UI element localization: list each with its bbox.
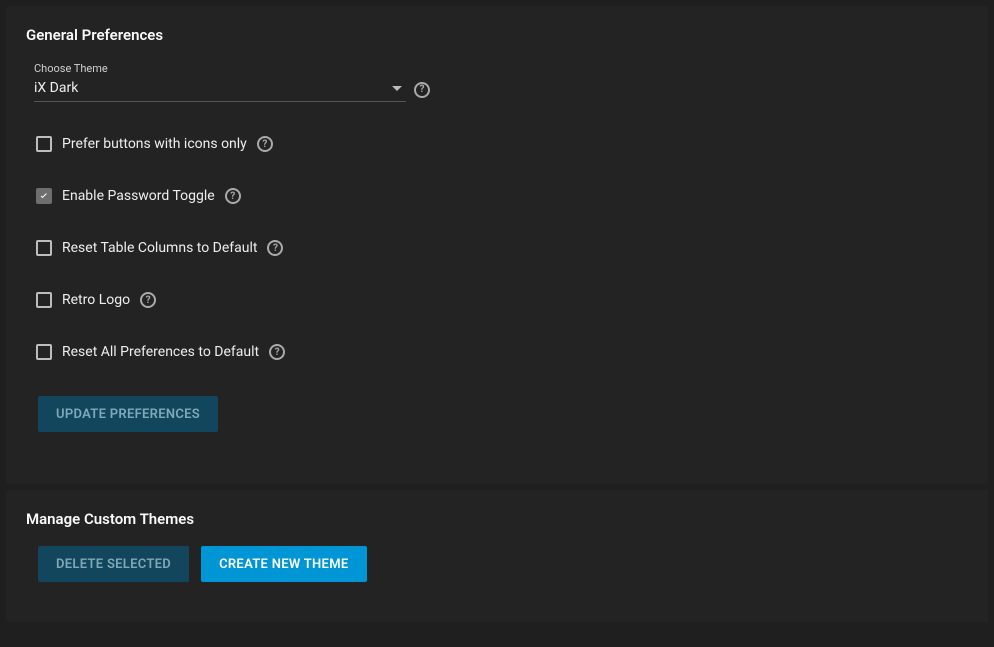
chevron-down-icon	[392, 86, 402, 91]
manage-themes-panel: Manage Custom Themes Delete Selected Cre…	[6, 490, 988, 622]
checkbox-reset-columns[interactable]	[36, 240, 52, 256]
checkbox-row-icons-only: Prefer buttons with icons only ?	[36, 136, 968, 152]
general-preferences-title: General Preferences	[26, 26, 968, 44]
checkbox-list: Prefer buttons with icons only ? Enable …	[26, 136, 968, 360]
checkbox-row-retro-logo: Retro Logo ?	[36, 292, 968, 308]
general-preferences-panel: General Preferences Choose Theme iX Dark…	[6, 6, 988, 484]
help-icon[interactable]: ?	[269, 344, 285, 360]
help-icon[interactable]: ?	[267, 240, 283, 256]
checkbox-row-reset-columns: Reset Table Columns to Default ?	[36, 240, 968, 256]
checkbox-label: Reset Table Columns to Default	[62, 240, 257, 256]
theme-value: iX Dark	[34, 80, 78, 96]
help-icon[interactable]: ?	[414, 82, 430, 98]
create-new-theme-button[interactable]: Create New Theme	[201, 546, 366, 582]
checkbox-retro-logo[interactable]	[36, 292, 52, 308]
delete-selected-button[interactable]: Delete Selected	[38, 546, 189, 582]
theme-label: Choose Theme	[34, 62, 968, 75]
checkbox-label: Reset All Preferences to Default	[62, 344, 259, 360]
manage-themes-title: Manage Custom Themes	[26, 510, 968, 528]
help-icon[interactable]: ?	[225, 188, 241, 204]
help-icon[interactable]: ?	[140, 292, 156, 308]
help-icon[interactable]: ?	[257, 136, 273, 152]
checkbox-row-reset-all: Reset All Preferences to Default ?	[36, 344, 968, 360]
checkbox-password-toggle[interactable]	[36, 188, 52, 204]
checkbox-row-password-toggle: Enable Password Toggle ?	[36, 188, 968, 204]
checkbox-reset-all[interactable]	[36, 344, 52, 360]
theme-field: Choose Theme iX Dark ?	[26, 62, 968, 102]
checkbox-label: Enable Password Toggle	[62, 188, 215, 204]
checkbox-label: Prefer buttons with icons only	[62, 136, 247, 152]
checkbox-icons-only[interactable]	[36, 136, 52, 152]
update-preferences-button[interactable]: Update Preferences	[38, 396, 218, 432]
theme-select[interactable]: iX Dark	[34, 77, 406, 102]
checkbox-label: Retro Logo	[62, 292, 130, 308]
